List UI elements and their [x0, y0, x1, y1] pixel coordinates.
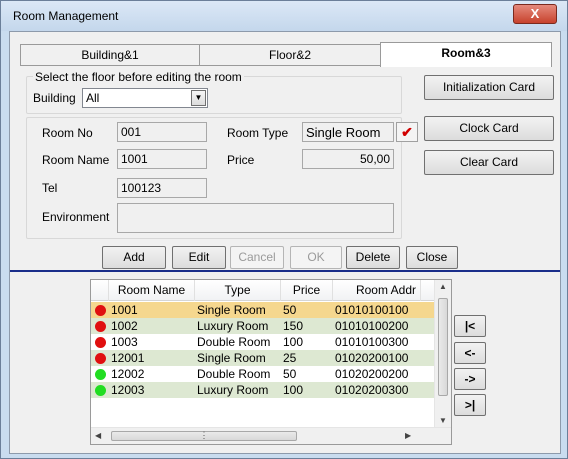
grid-header-type[interactable]: Type: [195, 280, 281, 301]
status-dot-icon: [95, 385, 106, 396]
close-button[interactable]: Close: [406, 246, 458, 269]
building-select-value: All: [86, 91, 100, 105]
table-row[interactable]: 1002 Luxury Room 150 01010100200: [91, 318, 434, 334]
client-area: Building&1 Floor&2 Room&3 Select the flo…: [9, 31, 561, 454]
tab-building[interactable]: Building&1: [20, 44, 200, 66]
room-no-field[interactable]: 001: [117, 122, 207, 142]
edit-button[interactable]: Edit: [172, 246, 226, 269]
table-row[interactable]: 1001 Single Room 50 01010100100: [91, 302, 434, 318]
room-management-window: Room Management X Building&1 Floor&2 Roo…: [0, 0, 568, 459]
grid-horizontal-scrollbar[interactable]: ◀ ⋮ ▶: [91, 427, 451, 444]
room-name-field[interactable]: 1001: [117, 149, 207, 169]
grid-header-room-name[interactable]: Room Name: [109, 280, 195, 301]
vertical-scroll-thumb[interactable]: [438, 298, 448, 396]
status-dot-icon: [95, 353, 106, 364]
room-type-field[interactable]: Single Room: [302, 122, 394, 142]
grid-cell-room-name: 12003: [111, 383, 145, 397]
grid-cell-price: 50: [283, 303, 297, 317]
table-row[interactable]: 1003 Double Room 100 01010100300: [91, 334, 434, 350]
initialization-card-button[interactable]: Initialization Card: [424, 75, 554, 100]
table-row[interactable]: 12001 Single Room 25 01020200100: [91, 350, 434, 366]
grid-header-indicator: [91, 280, 109, 301]
scroll-right-icon[interactable]: ▶: [405, 431, 411, 440]
chevron-down-icon[interactable]: ▼: [191, 90, 206, 106]
grid-cell-price: 100: [283, 335, 304, 349]
grid-cell-room-name: 1003: [111, 335, 138, 349]
tel-label: Tel: [42, 181, 58, 195]
price-label: Price: [227, 153, 255, 167]
grid-cell-room-name: 12002: [111, 367, 145, 381]
ok-button[interactable]: OK: [290, 246, 342, 269]
grid-cell-room-name: 1002: [111, 319, 138, 333]
grid-cell-room-addr: 01010100300: [335, 335, 409, 349]
environment-field[interactable]: [117, 203, 394, 233]
scroll-left-icon[interactable]: ◀: [95, 431, 101, 440]
table-row[interactable]: 12003 Luxury Room 100 01020200300: [91, 382, 434, 398]
horizontal-scroll-thumb[interactable]: ⋮: [111, 431, 297, 441]
building-label: Building: [33, 91, 76, 105]
tab-floor[interactable]: Floor&2: [199, 44, 381, 66]
grid-cell-room-addr: 01020200200: [335, 367, 409, 381]
grid-header: Room Name Type Price Room Addr: [91, 280, 434, 301]
grid-header-price[interactable]: Price: [281, 280, 333, 301]
grid-cell-type: Luxury Room: [197, 319, 269, 333]
section-divider: [10, 270, 560, 272]
checkmark-icon[interactable]: ✔: [396, 122, 418, 142]
price-field[interactable]: 50,00: [302, 149, 394, 169]
environment-label: Environment: [42, 210, 110, 224]
grid-cell-type: Double Room: [197, 367, 271, 381]
grid-cell-price: 50: [283, 367, 297, 381]
grid-cell-price: 25: [283, 351, 297, 365]
status-dot-icon: [95, 305, 106, 316]
grid-cell-price: 150: [283, 319, 304, 333]
title-bar[interactable]: Room Management X: [1, 1, 567, 31]
grid-cell-room-addr: 01010100100: [335, 303, 409, 317]
grid-cell-type: Single Room: [197, 303, 266, 317]
clear-card-button[interactable]: Clear Card: [424, 150, 554, 175]
status-dot-icon: [95, 369, 106, 380]
next-record-button[interactable]: ->: [454, 368, 486, 390]
building-select[interactable]: All ▼: [82, 88, 208, 108]
tab-room[interactable]: Room&3: [380, 42, 552, 67]
clock-card-button[interactable]: Clock Card: [424, 116, 554, 141]
floor-select-caption: Select the floor before editing the room: [33, 70, 244, 84]
add-button[interactable]: Add: [102, 246, 166, 269]
status-dot-icon: [95, 321, 106, 332]
grid-header-room-addr[interactable]: Room Addr: [333, 280, 421, 301]
delete-button[interactable]: Delete: [346, 246, 400, 269]
grid-cell-room-addr: 01020200100: [335, 351, 409, 365]
grid-vertical-scrollbar[interactable]: ▲ ▼: [434, 280, 451, 429]
room-no-label: Room No: [42, 126, 93, 140]
window-title: Room Management: [13, 9, 119, 23]
grid-cell-room-name: 1001: [111, 303, 138, 317]
previous-record-button[interactable]: <-: [454, 342, 486, 364]
cancel-button[interactable]: Cancel: [230, 246, 284, 269]
room-grid[interactable]: Room Name Type Price Room Addr 1001 Singl…: [90, 279, 452, 445]
grid-cell-room-addr: 01010100200: [335, 319, 409, 333]
grid-cell-room-addr: 01020200300: [335, 383, 409, 397]
table-row[interactable]: 12002 Double Room 50 01020200200: [91, 366, 434, 382]
room-type-label: Room Type: [227, 126, 289, 140]
close-window-button[interactable]: X: [513, 4, 557, 24]
grid-cell-type: Single Room: [197, 351, 266, 365]
grid-cell-type: Double Room: [197, 335, 271, 349]
room-name-label: Room Name: [42, 153, 110, 167]
tel-field[interactable]: 100123: [117, 178, 207, 198]
scroll-down-icon[interactable]: ▼: [439, 416, 447, 425]
grid-cell-price: 100: [283, 383, 304, 397]
grid-cell-room-name: 12001: [111, 351, 145, 365]
scroll-up-icon[interactable]: ▲: [439, 282, 447, 291]
first-record-button[interactable]: |<: [454, 315, 486, 337]
grid-cell-type: Luxury Room: [197, 383, 269, 397]
status-dot-icon: [95, 337, 106, 348]
last-record-button[interactable]: >|: [454, 394, 486, 416]
